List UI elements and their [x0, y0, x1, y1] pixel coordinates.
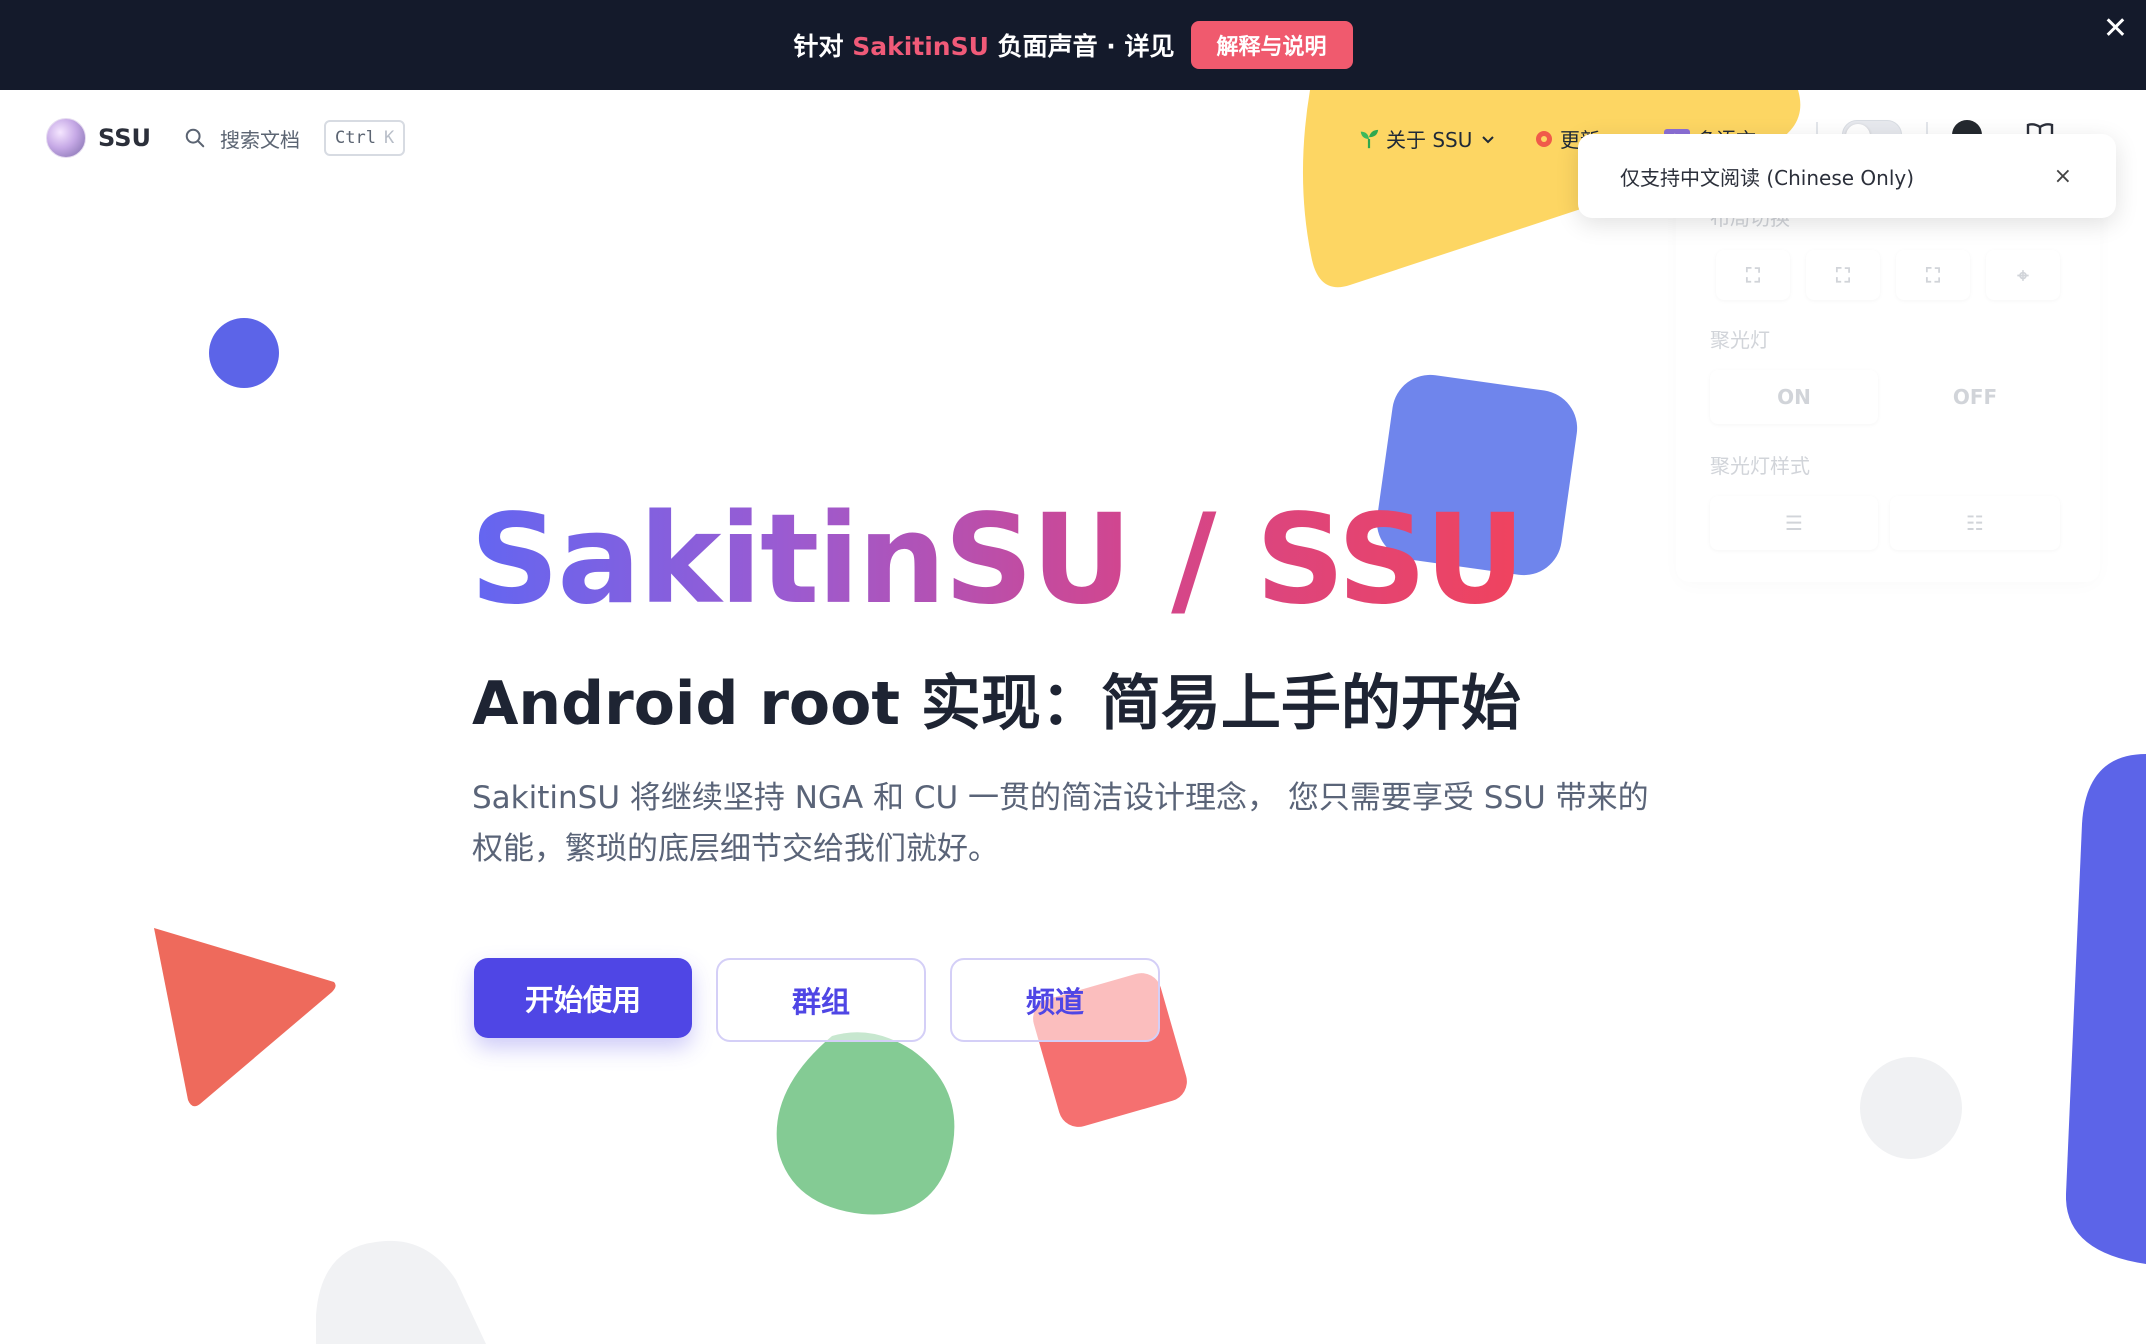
nav-item-about-label: 关于 SSU [1386, 128, 1473, 152]
announcement-banner: 针对 SakitinSU 负面声音 · 详见 解释与说明 ✕ [0, 0, 2146, 90]
search-icon [185, 128, 205, 148]
layout-option-4[interactable]: ⌖ [1986, 250, 2060, 300]
get-started-button[interactable]: 开始使用 [474, 958, 692, 1038]
search-button[interactable]: 搜索文档 Ctrl K [184, 120, 406, 156]
chevron-down-icon [1482, 135, 1495, 143]
search-label: 搜索文档 [220, 127, 300, 152]
sprout-icon [1360, 129, 1379, 148]
group-button[interactable]: 群组 [716, 958, 926, 1042]
site-logo-link[interactable]: SSU [46, 118, 151, 158]
layout-option-1[interactable]: ⛶ [1716, 250, 1790, 300]
close-icon[interactable]: ✕ [2103, 14, 2128, 44]
green-blob-shape [776, 1032, 955, 1215]
nav-item-about[interactable]: 关于 SSU [1358, 124, 1496, 153]
gray-drop-shape [316, 1240, 486, 1344]
spotlight-label: 聚光灯 [1710, 328, 1770, 352]
search-shortcut: Ctrl K [324, 120, 406, 156]
banner-prefix: 针对 [793, 32, 853, 61]
update-icon [1536, 130, 1552, 147]
spotlight-style-label: 聚光灯样式 [1710, 454, 1810, 478]
explanation-button[interactable]: 解释与说明 [1190, 21, 1353, 69]
spotlight-off-button[interactable]: OFF [1890, 370, 2060, 424]
layout-option-2[interactable]: ⛶ [1806, 250, 1880, 300]
spotlight-on-button[interactable]: ON [1710, 370, 1878, 424]
spotlight-style-under[interactable]: ☰ [1710, 496, 1878, 550]
kbd-ctrl: Ctrl [335, 128, 376, 148]
toast-close-icon[interactable]: × [2054, 164, 2072, 189]
banner-suffix: 负面声音 · 详见 [988, 32, 1175, 61]
banner-brand: SakitinSU [852, 32, 989, 61]
blue-pill-shape [2066, 754, 2146, 1264]
spotlight-style-aside[interactable]: ☷ [1890, 496, 2060, 550]
layout-option-3[interactable]: ⛶ [1896, 250, 1970, 300]
layout-switch-panel: 布局切换 ⛶ ⛶ ⛶ ⌖ 聚光灯 ON OFF 聚光灯样式 ☰ ☷ [1676, 186, 2100, 582]
kbd-k: K [383, 128, 395, 148]
hero-title: SakitinSU / SSU [470, 488, 1525, 632]
site-name: SSU [98, 124, 151, 152]
avatar [46, 118, 86, 158]
banner-text: 针对 SakitinSU 负面声音 · 详见 [793, 27, 1174, 63]
channel-button[interactable]: 频道 [950, 958, 1160, 1042]
hero-subtitle: Android root 实现：简易上手的开始 [472, 669, 1521, 739]
red-triangle-shape [154, 928, 336, 1107]
toast-message: 仅支持中文阅读 (Chinese Only) [1620, 165, 1915, 190]
blue-circle-shape [209, 318, 279, 388]
chinese-only-toast: 仅支持中文阅读 (Chinese Only) × [1578, 134, 2116, 218]
gray-circle-shape [1860, 1057, 1962, 1159]
hero-description: SakitinSU 将继续坚持 NGA 和 CU 一贯的简洁设计理念， 您只需要… [472, 780, 1649, 867]
